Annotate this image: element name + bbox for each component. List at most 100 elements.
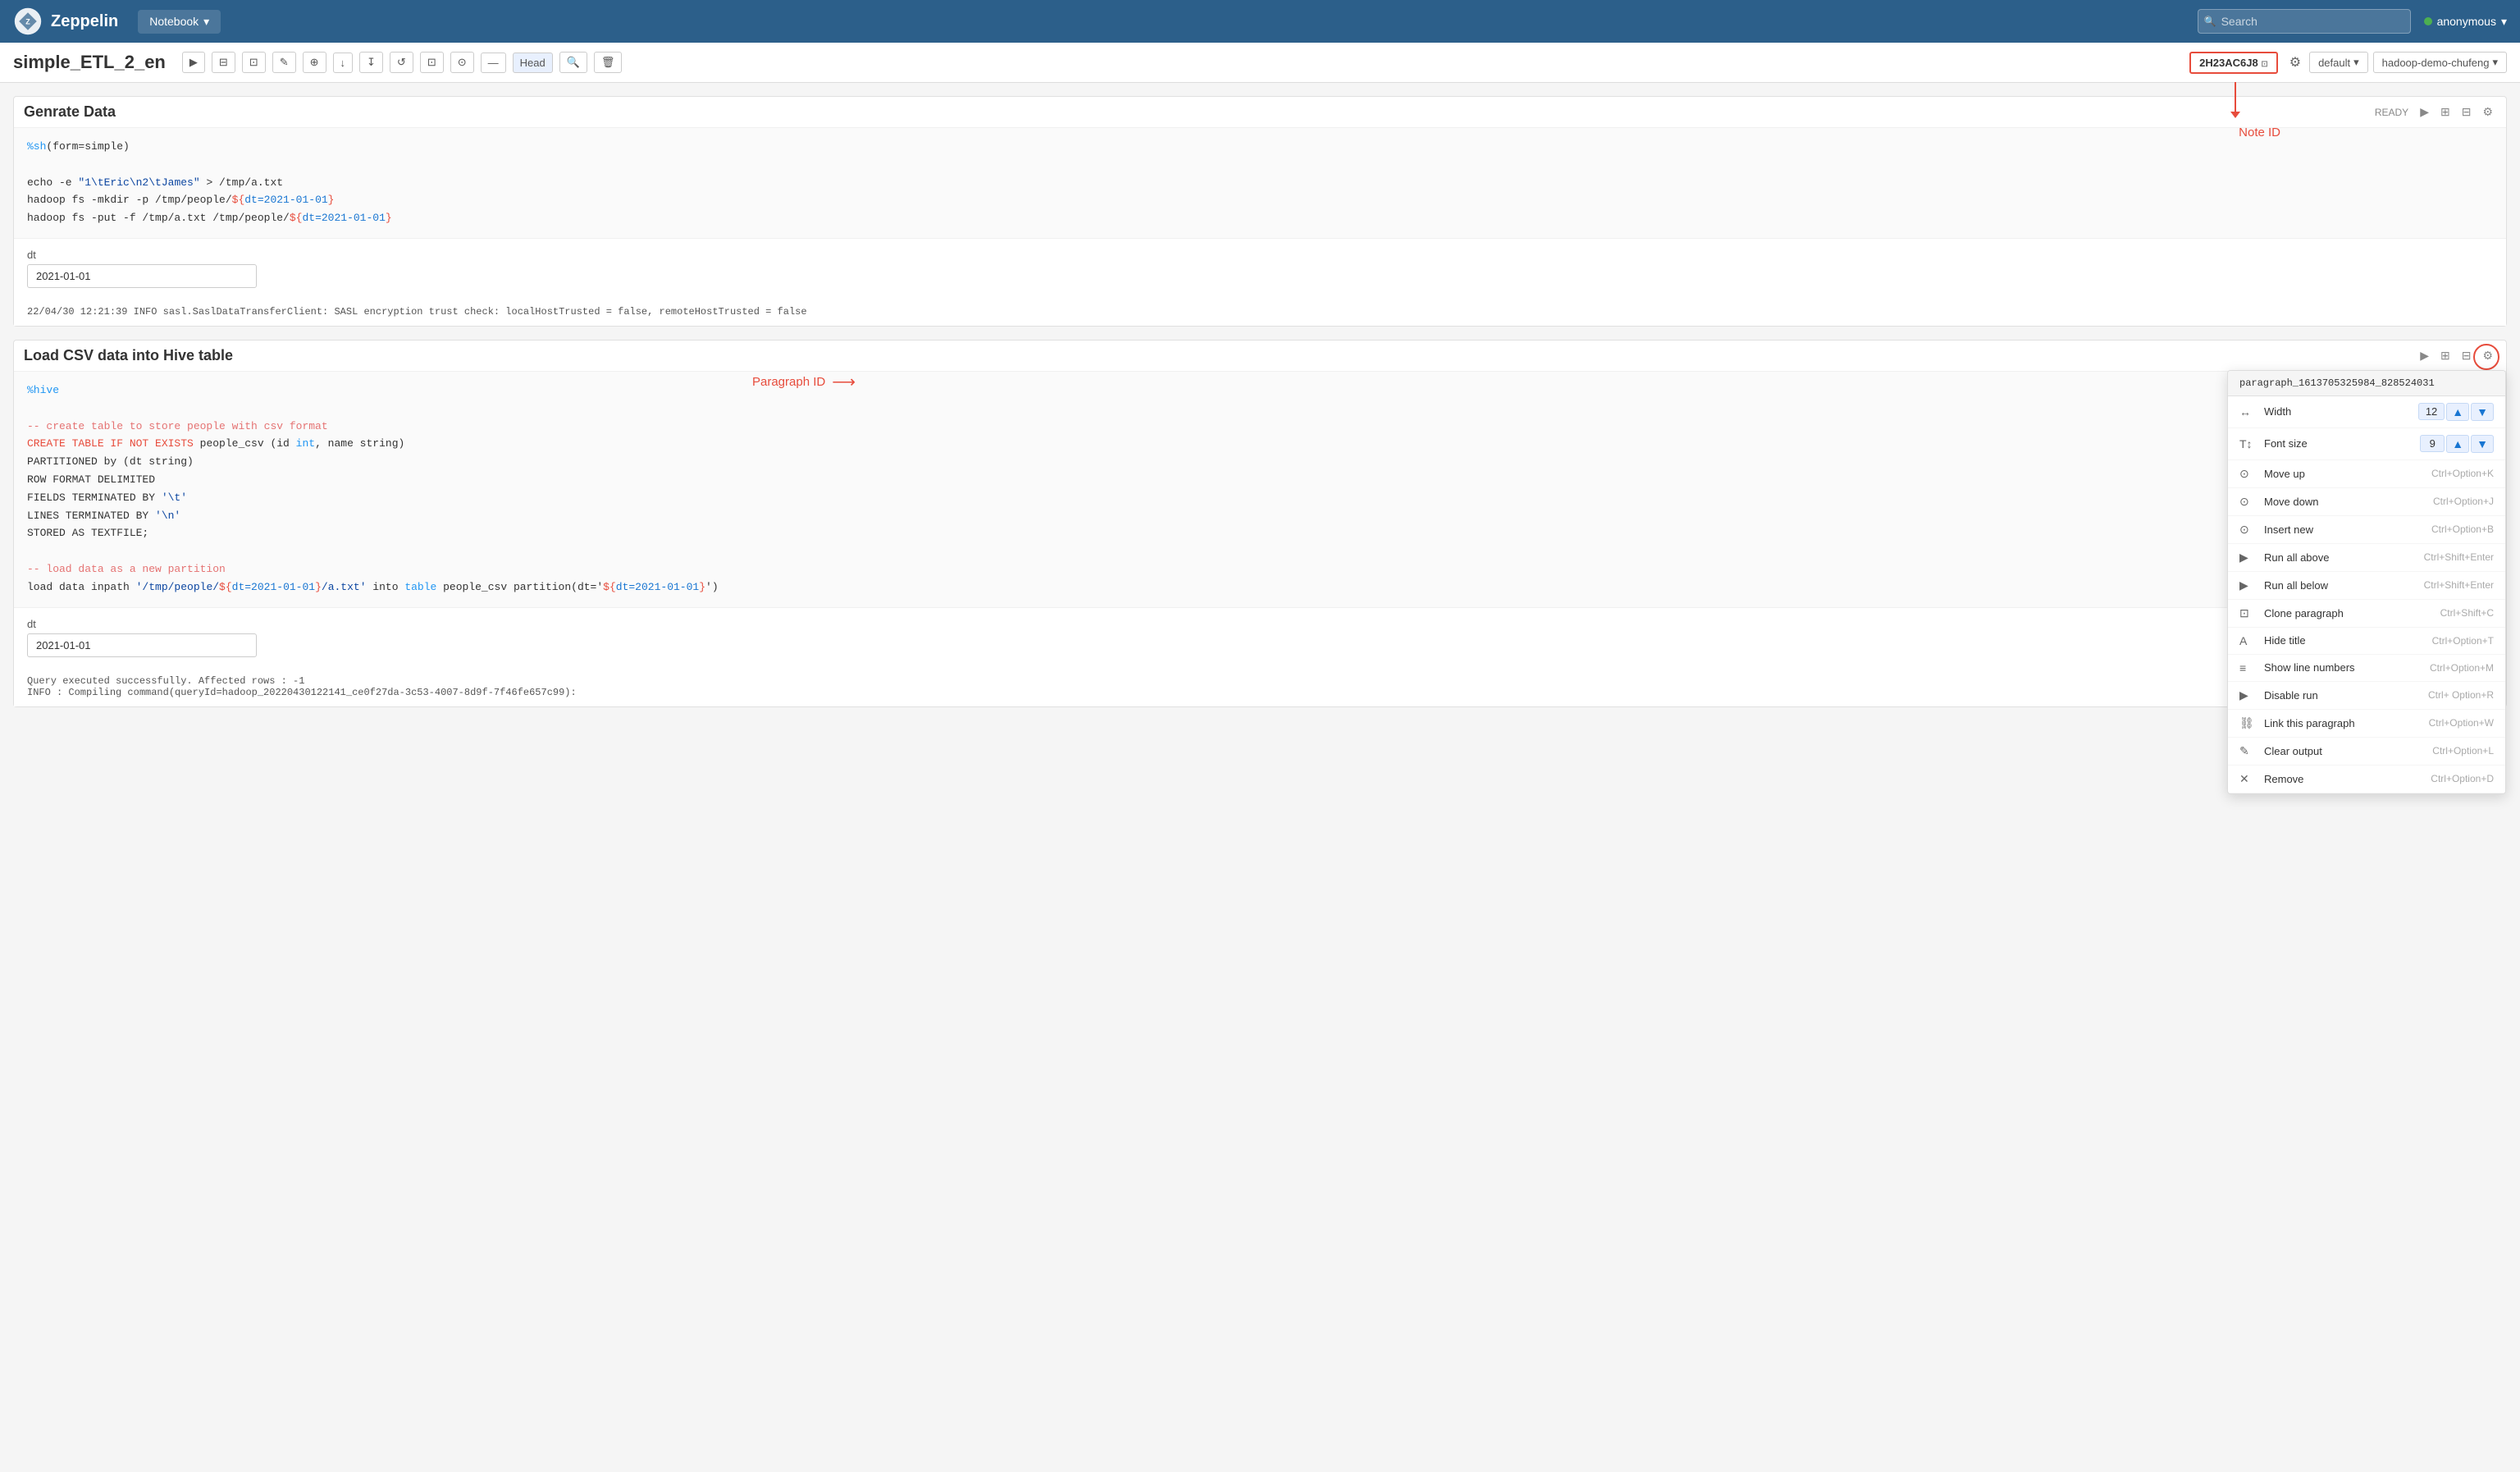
- move-down-icon: ⊙: [2239, 495, 2256, 509]
- remove-icon: ✕: [2239, 772, 2256, 786]
- cm-hide-title-shortcut: Ctrl+Option+T: [2432, 635, 2494, 647]
- cm-show-lines-label: Show line numbers: [2264, 661, 2423, 674]
- user-online-indicator: [2424, 17, 2432, 25]
- width-icon: ↔: [2239, 405, 2256, 418]
- notebook-title: simple_ETL_2_en: [13, 52, 166, 73]
- cm-link-shortcut: Ctrl+Option+W: [2429, 717, 2494, 729]
- refresh-btn[interactable]: ↺: [390, 52, 413, 73]
- user-menu-btn[interactable]: anonymous ▾: [2424, 15, 2507, 29]
- paragraph-id-annotation: Paragraph ID ⟶: [752, 372, 856, 392]
- cm-move-up-item[interactable]: ⊙ Move up Ctrl+Option+K: [2228, 460, 2505, 488]
- para2-title: Load CSV data into Hive table: [24, 347, 2410, 364]
- cm-width-label: Width: [2264, 405, 2418, 418]
- head-btn[interactable]: Head: [513, 53, 553, 73]
- para1-settings-btn[interactable]: ⚙: [2479, 103, 2496, 121]
- cm-move-down-shortcut: Ctrl+Option+J: [2433, 496, 2494, 507]
- para1-layout-btn[interactable]: ⊟: [2458, 103, 2475, 121]
- link-btn[interactable]: ⊙: [450, 52, 474, 73]
- hide-title-icon: A: [2239, 634, 2256, 647]
- para1-expand-btn[interactable]: ⊞: [2437, 103, 2454, 121]
- note-id-display: 2H23AC6J8 ⊡: [2189, 52, 2278, 74]
- show-lines-icon: ≡: [2239, 661, 2256, 674]
- cm-show-lines-shortcut: Ctrl+Option+M: [2430, 662, 2494, 674]
- link-icon: ⛓: [2239, 716, 2256, 730]
- paragraph-1: Genrate Data READY ▶ ⊞ ⊟ ⚙ %sh(form=simp…: [13, 96, 2507, 327]
- para2-expand-btn[interactable]: ⊞: [2437, 347, 2454, 364]
- divider-btn[interactable]: —: [481, 53, 506, 73]
- para1-dt-input[interactable]: [27, 264, 257, 288]
- para2-settings-btn[interactable]: ⚙: [2479, 347, 2496, 364]
- cm-disable-run-label: Disable run: [2264, 689, 2422, 702]
- cm-clear-output-item[interactable]: ✎ Clear output Ctrl+Option+L: [2228, 738, 2505, 766]
- cm-width-up-btn[interactable]: ▲: [2446, 403, 2469, 421]
- cm-move-up-label: Move up: [2264, 468, 2425, 480]
- cluster-dropdown[interactable]: hadoop-demo-chufeng ▾: [2373, 52, 2507, 73]
- para2-form: dt: [14, 608, 2506, 667]
- cm-fontsize-stepper: 9 ▲ ▼: [2420, 435, 2494, 453]
- para2-toolbar: ▶ ⊞ ⊟ ⚙: [2417, 347, 2496, 364]
- para2-layout-btn[interactable]: ⊟: [2458, 347, 2475, 364]
- cm-run-below-label: Run all below: [2264, 579, 2417, 592]
- para2-header: Load CSV data into Hive table ▶ ⊞ ⊟ ⚙: [14, 341, 2506, 372]
- run-all-btn[interactable]: ▶: [182, 52, 205, 73]
- para1-code: %sh(form=simple) echo -e "1\tEric\n2\tJa…: [14, 128, 2506, 239]
- cm-fontsize-value: 9: [2420, 435, 2445, 452]
- paragraph-2: Load CSV data into Hive table ▶ ⊞ ⊟ ⚙ Co…: [13, 340, 2507, 707]
- cm-width-down-btn[interactable]: ▼: [2471, 403, 2494, 421]
- cm-fontsize-up-btn[interactable]: ▲: [2446, 435, 2469, 453]
- cm-link-item[interactable]: ⛓ Link this paragraph Ctrl+Option+W: [2228, 710, 2505, 738]
- stop-btn[interactable]: ⊟: [212, 52, 235, 73]
- run-above-icon: ▶: [2239, 551, 2256, 565]
- cm-width-item[interactable]: ↔ Width 12 ▲ ▼: [2228, 396, 2505, 428]
- note-settings-btn[interactable]: ⚙: [2286, 51, 2304, 74]
- svg-text:Z: Z: [25, 18, 30, 26]
- search-btn2[interactable]: ⊕: [303, 52, 326, 73]
- edit-btn[interactable]: ✎: [272, 52, 296, 73]
- cm-width-stepper: 12 ▲ ▼: [2418, 403, 2494, 421]
- cm-run-above-label: Run all above: [2264, 551, 2417, 564]
- clear-output-btn[interactable]: ⊡: [242, 52, 266, 73]
- cm-fontsize-down-btn[interactable]: ▼: [2471, 435, 2494, 453]
- cm-run-above-item[interactable]: ▶ Run all above Ctrl+Shift+Enter: [2228, 544, 2505, 572]
- username-label: anonymous: [2437, 15, 2496, 28]
- app-header: Z Zeppelin Notebook ▾ anonymous ▾: [0, 0, 2520, 43]
- search-input[interactable]: [2198, 9, 2411, 34]
- para2-gear-wrapper: ⚙: [2479, 347, 2496, 364]
- para1-form-label: dt: [27, 249, 2493, 261]
- para1-output: 22/04/30 12:21:39 INFO sasl.SaslDataTran…: [14, 298, 2506, 326]
- cm-clone-item[interactable]: ⊡ Clone paragraph Ctrl+Shift+C: [2228, 600, 2505, 628]
- delete-btn[interactable]: 🗑: [594, 52, 623, 73]
- cm-clone-shortcut: Ctrl+Shift+C: [2440, 607, 2494, 619]
- fontsize-icon: T↕: [2239, 437, 2256, 450]
- app-name: Zeppelin: [51, 12, 118, 31]
- main-content: Genrate Data READY ▶ ⊞ ⊟ ⚙ %sh(form=simp…: [0, 83, 2520, 734]
- download-btn[interactable]: ↓: [333, 53, 354, 73]
- search-para-btn[interactable]: 🔍: [559, 52, 587, 73]
- default-dropdown[interactable]: default ▾: [2309, 52, 2368, 73]
- para1-toolbar: READY ▶ ⊞ ⊟ ⚙: [2375, 103, 2496, 121]
- cm-clear-output-shortcut: Ctrl+Option+L: [2432, 745, 2494, 757]
- cm-move-down-item[interactable]: ⊙ Move down Ctrl+Option+J: [2228, 488, 2505, 516]
- cm-remove-item[interactable]: ✕ Remove Ctrl+Option+D: [2228, 766, 2505, 793]
- cm-insert-new-item[interactable]: ⊙ Insert new Ctrl+Option+B: [2228, 516, 2505, 544]
- cm-link-label: Link this paragraph: [2264, 717, 2422, 729]
- para1-header: Genrate Data READY ▶ ⊞ ⊟ ⚙: [14, 97, 2506, 128]
- para1-run-btn[interactable]: ▶: [2417, 103, 2432, 121]
- notebook-toolbar: simple_ETL_2_en ▶ ⊟ ⊡ ✎ ⊕ ↓ ↧ ↺ ⊡ ⊙ — He…: [0, 43, 2520, 83]
- cm-width-value: 12: [2418, 403, 2445, 420]
- cm-disable-run-item[interactable]: ▶ Disable run Ctrl+ Option+R: [2228, 682, 2505, 710]
- para1-title: Genrate Data: [24, 103, 2368, 121]
- move-up-icon: ⊙: [2239, 467, 2256, 481]
- export-btn[interactable]: ↧: [359, 52, 383, 73]
- cm-hide-title-item[interactable]: A Hide title Ctrl+Option+T: [2228, 628, 2505, 655]
- para2-run-btn[interactable]: ▶: [2417, 347, 2432, 364]
- cm-clear-output-label: Clear output: [2264, 745, 2426, 757]
- clone-icon: ⊡: [2239, 606, 2256, 620]
- logo-area: Z Zeppelin: [13, 7, 118, 36]
- cm-fontsize-item[interactable]: T↕ Font size 9 ▲ ▼: [2228, 428, 2505, 460]
- para2-dt-input[interactable]: [27, 633, 257, 657]
- cm-run-below-item[interactable]: ▶ Run all below Ctrl+Shift+Enter: [2228, 572, 2505, 600]
- cm-show-lines-item[interactable]: ≡ Show line numbers Ctrl+Option+M: [2228, 655, 2505, 682]
- noteinfo-btn[interactable]: ⊡: [420, 52, 444, 73]
- notebook-nav-btn[interactable]: Notebook ▾: [138, 10, 221, 34]
